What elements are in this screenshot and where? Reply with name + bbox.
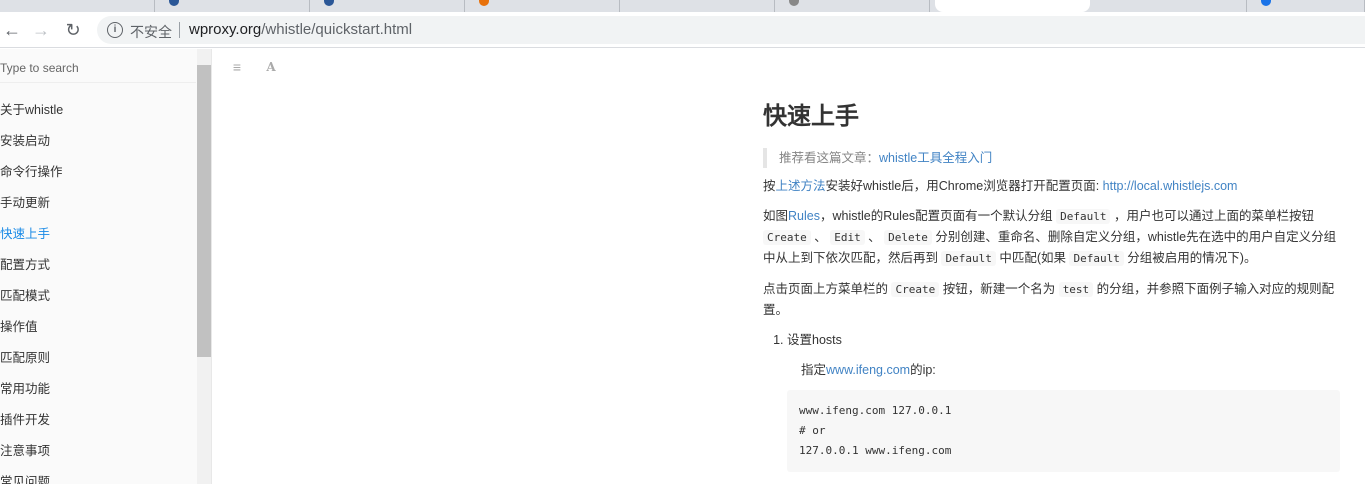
browser-tab[interactable] <box>775 0 930 12</box>
page-title: 快速上手 <box>763 103 859 130</box>
rules-link[interactable]: Rules <box>788 209 820 223</box>
step-description: 指定www.ifeng.com的ip: <box>801 360 1343 380</box>
sidebar-item-quickstart[interactable]: 快速上手 <box>0 219 196 250</box>
browser-tab[interactable] <box>1247 0 1365 12</box>
text: 中匹配(如果 <box>995 251 1070 265</box>
browser-toolbar: ← → ↻ i 不安全 wproxy.org/whistle/quickstar… <box>0 12 1365 48</box>
text: 点击页面上方菜单栏的 <box>763 282 892 296</box>
url-text[interactable]: wproxy.org/whistle/quickstart.html <box>189 21 412 38</box>
table-of-contents: 关于whistle 安装启动 命令行操作 手动更新 快速上手 配置方式 匹配模式… <box>0 95 196 484</box>
text: 按 <box>763 179 776 193</box>
step-title: 设置hosts <box>787 333 842 347</box>
tab-favicon-icon <box>479 0 489 6</box>
code-edit: Edit <box>830 230 865 245</box>
code-default: Default <box>1069 251 1124 266</box>
menu-toggle-icon[interactable]: ≡ <box>228 58 246 76</box>
hosts-code-block: www.ifeng.com 127.0.0.1 # or 127.0.0.1 w… <box>787 390 1340 472</box>
sidebar-item-pattern[interactable]: 匹配模式 <box>0 281 196 312</box>
text: 分组被启用的情况下)。 <box>1123 251 1257 265</box>
text: 如图 <box>763 209 789 223</box>
code-default: Default <box>1056 209 1111 224</box>
sidebar-scrollbar-thumb[interactable] <box>197 65 211 357</box>
back-arrow-icon[interactable]: ← <box>0 18 24 42</box>
security-label: 不安全 <box>130 24 172 40</box>
address-separator <box>179 22 180 38</box>
sidebar-item-notes[interactable]: 注意事项 <box>0 436 196 467</box>
text: 、 <box>810 230 831 244</box>
sidebar-item-config[interactable]: 配置方式 <box>0 250 196 281</box>
font-settings-icon[interactable]: A <box>262 58 280 76</box>
tab-favicon-icon <box>169 0 179 6</box>
forward-arrow-icon[interactable]: → <box>29 18 53 42</box>
browser-tab[interactable] <box>310 0 465 12</box>
paragraph-install: 按上述方法安装好whistle后，用Chrome浏览器打开配置页面: http:… <box>763 176 1343 196</box>
tab-strip <box>0 0 1365 12</box>
code-create: Create <box>763 230 811 245</box>
text: ，用户也可以通过上面的菜单栏按钮 <box>1110 209 1314 223</box>
sidebar-item-cli[interactable]: 命令行操作 <box>0 157 196 188</box>
tab-favicon-icon <box>789 0 799 6</box>
search-input[interactable] <box>0 53 196 83</box>
text: 的ip: <box>910 363 936 377</box>
sidebar-item-plugins[interactable]: 插件开发 <box>0 405 196 436</box>
tab-favicon-icon <box>324 0 334 6</box>
local-whistle-link[interactable]: http://local.whistlejs.com <box>1103 179 1238 193</box>
paragraph-rules: 如图Rules，whistle的Rules配置页面有一个默认分组 Default… <box>763 206 1343 269</box>
code-create: Create <box>891 282 940 297</box>
browser-tab[interactable] <box>620 0 775 12</box>
code-line: www.ifeng.com 127.0.0.1 <box>799 404 952 417</box>
browser-tab[interactable] <box>155 0 310 12</box>
url-host: wproxy.org <box>189 21 262 38</box>
code-line: 127.0.0.1 www.ifeng.com <box>799 444 952 457</box>
paragraph-create-group: 点击页面上方菜单栏的 Create 按钮，新建一个名为 test 的分组，并参照… <box>763 279 1343 320</box>
sidebar-item-update[interactable]: 手动更新 <box>0 188 196 219</box>
url-path: /whistle/quickstart.html <box>261 21 413 38</box>
sidebar-item-operation[interactable]: 操作值 <box>0 312 196 343</box>
browser-tab[interactable] <box>1092 0 1247 12</box>
list-item: 设置hosts 指定www.ifeng.com的ip: <box>787 330 1343 380</box>
text: 按钮，新建一个名为 <box>939 282 1059 296</box>
text: 安装好whistle后，用Chrome浏览器打开配置页面: <box>825 179 1103 193</box>
text: ，whistle的Rules配置页面有一个默认分组 <box>819 209 1057 223</box>
steps-list: 设置hosts 指定www.ifeng.com的ip: <box>773 330 1343 380</box>
browser-tab-active[interactable] <box>935 0 1090 12</box>
browser-tab[interactable] <box>465 0 620 12</box>
code-line: # or <box>799 424 826 437</box>
address-bar[interactable]: i 不安全 wproxy.org/whistle/quickstart.html <box>97 16 1365 44</box>
code-test: test <box>1058 282 1094 297</box>
recommend-quote: 推荐看这篇文章：whistle工具全程入门 <box>763 148 1343 168</box>
sidebar-item-principle[interactable]: 匹配原则 <box>0 343 196 374</box>
browser-tab[interactable] <box>0 0 155 12</box>
tab-favicon-icon <box>1261 0 1271 6</box>
book-sidebar: 关于whistle 安装启动 命令行操作 手动更新 快速上手 配置方式 匹配模式… <box>0 49 212 484</box>
sidebar-item-install[interactable]: 安装启动 <box>0 126 196 157</box>
code-delete: Delete <box>884 230 932 245</box>
text: 指定 <box>801 363 827 377</box>
reload-icon[interactable]: ↻ <box>61 18 85 42</box>
quote-prefix: 推荐看这篇文章： <box>779 151 880 165</box>
install-method-link[interactable]: 上述方法 <box>776 179 826 193</box>
code-default: Default <box>941 251 996 266</box>
sidebar-item-faq[interactable]: 常见问题 <box>0 467 196 484</box>
sidebar-item-about[interactable]: 关于whistle <box>0 95 196 126</box>
info-icon[interactable]: i <box>107 22 123 38</box>
sidebar-item-features[interactable]: 常用功能 <box>0 374 196 405</box>
page-content: 快速上手 推荐看这篇文章：whistle工具全程入门 按上述方法安装好whist… <box>763 100 1343 472</box>
text: 、 <box>864 230 885 244</box>
quote-link[interactable]: whistle工具全程入门 <box>879 151 992 165</box>
ifeng-link[interactable]: www.ifeng.com <box>826 363 910 377</box>
